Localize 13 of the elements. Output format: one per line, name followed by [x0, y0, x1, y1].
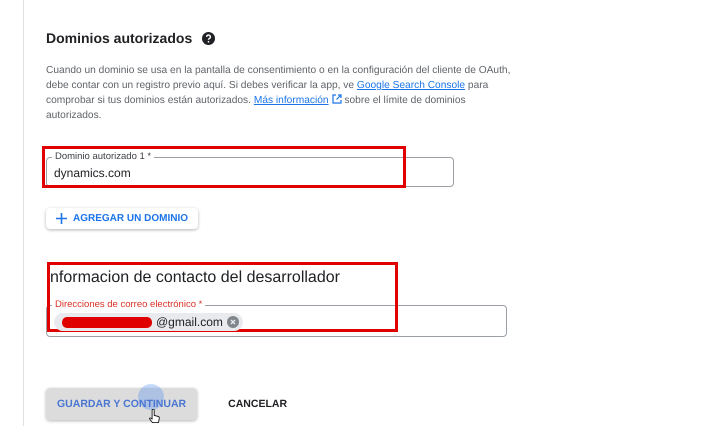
- help-icon[interactable]: [202, 32, 216, 44]
- description-text: Cuando un dominio se usa en la pantalla de consentimiento o en la configuración del cliente de OAuth, debe contar con un registro previo aquí. Si debes verificar la app, ve Google Search Console para comprobar si tus dominios están autorizados. Más información sobre el límite de dominios autorizados.: [46, 64, 512, 123]
- domain-input-field[interactable]: Dominio autorizado 1 * dynamics.com: [46, 151, 454, 187]
- search-console-link[interactable]: Google Search Console: [356, 80, 466, 91]
- add-domain-button[interactable]: AGREGAR UN DOMINIO: [46, 208, 198, 229]
- section-title: Dominios autorizados: [46, 30, 192, 46]
- more-info-link[interactable]: Más información: [254, 95, 342, 106]
- external-link-icon: [332, 94, 342, 104]
- plus-icon: [56, 213, 67, 224]
- email-chip[interactable]: @gmail.com: [54, 313, 243, 331]
- email-input-field[interactable]: Direcciones de correo electrónico * @gmail.com: [46, 299, 507, 337]
- section-heading: nformacion de contacto del desarrollador: [50, 269, 340, 287]
- remove-icon[interactable]: [226, 316, 239, 328]
